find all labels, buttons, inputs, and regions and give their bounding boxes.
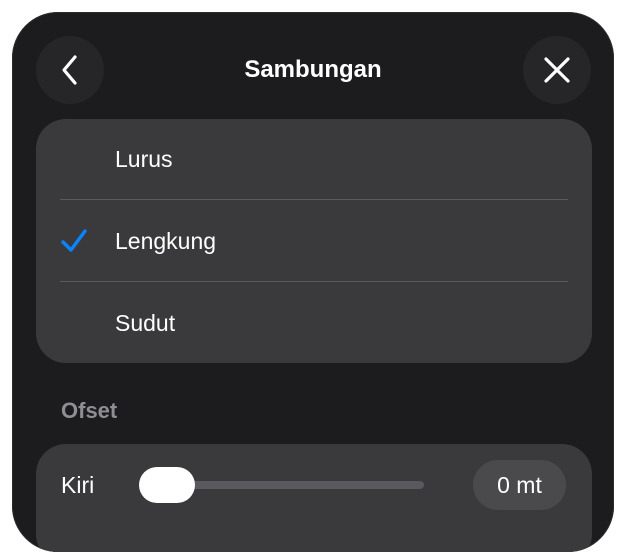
close-button[interactable] bbox=[523, 36, 591, 104]
offset-value-field[interactable]: 0 mt bbox=[473, 460, 566, 510]
connection-type-list: Lurus Lengkung Sudut bbox=[36, 119, 592, 363]
offset-section-label: Ofset bbox=[61, 398, 118, 423]
checkmark-icon bbox=[61, 229, 87, 252]
close-icon bbox=[544, 57, 570, 83]
slider-label: Kiri bbox=[61, 472, 95, 498]
option-corner[interactable]: Sudut bbox=[36, 283, 592, 363]
slider-thumb[interactable] bbox=[139, 467, 195, 503]
divider bbox=[60, 199, 568, 200]
connection-panel: Sambungan Lurus Lengkung Sudut Ofset Kir… bbox=[12, 12, 614, 552]
option-label: Sudut bbox=[115, 310, 176, 336]
option-straight[interactable]: Lurus bbox=[36, 119, 592, 199]
left-offset-row: Kiri 0 mt bbox=[36, 444, 592, 552]
divider bbox=[60, 281, 568, 282]
option-curved[interactable]: Lengkung bbox=[36, 201, 592, 281]
option-label: Lurus bbox=[115, 146, 173, 172]
option-label: Lengkung bbox=[115, 228, 217, 254]
